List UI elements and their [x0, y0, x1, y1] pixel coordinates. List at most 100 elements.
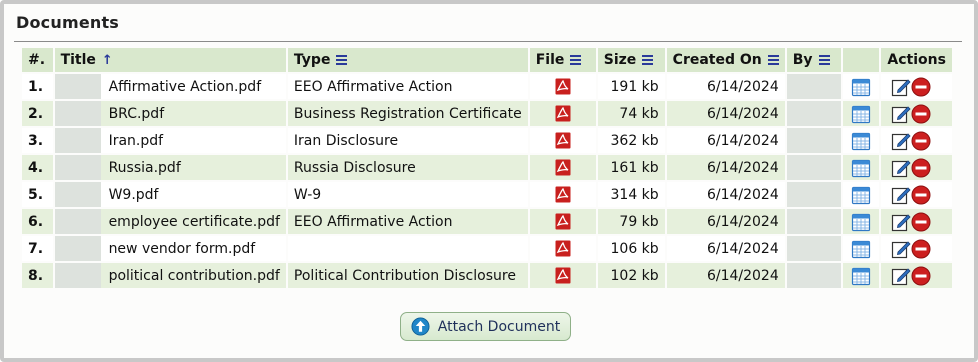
calendar-icon[interactable]	[851, 158, 871, 178]
column-header-file[interactable]: File	[529, 48, 596, 72]
column-header-actions: Actions	[881, 48, 952, 72]
file-size: 102 kb	[610, 267, 659, 284]
pdf-icon[interactable]	[555, 159, 571, 176]
file-cell	[529, 74, 596, 99]
redacted-thumbnail	[54, 182, 101, 207]
document-title[interactable]: Iran.pdf	[109, 133, 164, 149]
by-cell	[786, 101, 842, 126]
calendar-icon[interactable]	[851, 266, 871, 286]
pdf-icon[interactable]	[555, 240, 571, 257]
attach-document-label: Attach Document	[437, 318, 561, 335]
document-title[interactable]: employee certificate.pdf	[109, 214, 280, 230]
size-cell: 191 kb	[597, 74, 665, 99]
edit-icon[interactable]	[891, 131, 911, 151]
row-number: 4.	[22, 155, 53, 180]
edit-icon[interactable]	[891, 212, 911, 232]
document-type-cell: Business Registration Certificate	[287, 101, 528, 126]
table-body: 1. Affirmative Action.pdf EEO Affirmative …	[22, 74, 952, 288]
actions-cell	[881, 209, 952, 234]
column-menu-icon[interactable]	[336, 54, 348, 65]
document-type-cell: Iran Disclosure	[287, 128, 528, 153]
file-cell	[529, 182, 596, 207]
size-cell: 106 kb	[597, 236, 665, 261]
pdf-icon[interactable]	[555, 78, 571, 95]
delete-icon[interactable]	[911, 77, 931, 97]
size-cell: 102 kb	[597, 263, 665, 288]
delete-icon[interactable]	[911, 104, 931, 124]
calendar-icon[interactable]	[851, 131, 871, 151]
calendar-cell	[843, 182, 880, 207]
calendar-icon[interactable]	[851, 77, 871, 97]
file-cell	[529, 209, 596, 234]
document-type-cell: W-9	[287, 182, 528, 207]
edit-icon[interactable]	[891, 185, 911, 205]
column-menu-icon[interactable]	[570, 54, 582, 65]
document-title-cell: employee certificate.pdf	[54, 209, 286, 234]
edit-icon[interactable]	[891, 239, 911, 259]
document-title[interactable]: new vendor form.pdf	[109, 241, 256, 257]
table-row: 1. Affirmative Action.pdf EEO Affirmative …	[22, 74, 952, 99]
calendar-cell	[843, 128, 880, 153]
document-type: EEO Affirmative Action	[293, 78, 453, 95]
row-number-text: 2.	[28, 105, 44, 122]
column-header-created-on-label: Created On	[672, 52, 762, 68]
redacted-user	[786, 74, 842, 99]
document-type: Russia Disclosure	[293, 159, 416, 176]
document-title[interactable]: BRC.pdf	[109, 106, 165, 122]
row-number: 2.	[22, 101, 53, 126]
redacted-user	[786, 155, 842, 180]
upload-arrow-icon	[411, 317, 430, 336]
delete-icon[interactable]	[911, 158, 931, 178]
column-menu-icon[interactable]	[642, 54, 654, 65]
row-number: 7.	[22, 236, 53, 261]
pdf-icon[interactable]	[555, 186, 571, 203]
edit-icon[interactable]	[891, 77, 911, 97]
row-number-text: 4.	[28, 159, 44, 176]
calendar-icon[interactable]	[851, 239, 871, 259]
size-cell: 362 kb	[597, 128, 665, 153]
document-title[interactable]: W9.pdf	[109, 187, 159, 203]
document-title[interactable]: Russia.pdf	[109, 160, 181, 176]
pdf-icon[interactable]	[555, 213, 571, 230]
column-menu-icon[interactable]	[818, 54, 830, 65]
delete-icon[interactable]	[911, 212, 931, 232]
delete-icon[interactable]	[911, 266, 931, 286]
delete-icon[interactable]	[911, 239, 931, 259]
calendar-cell	[843, 236, 880, 261]
by-cell	[786, 209, 842, 234]
document-type-cell	[287, 236, 528, 261]
sort-ascending-icon[interactable]: ↑	[102, 53, 113, 68]
calendar-icon[interactable]	[851, 104, 871, 124]
pdf-icon[interactable]	[555, 267, 571, 284]
document-title[interactable]: political contribution.pdf	[109, 268, 280, 284]
calendar-icon[interactable]	[851, 212, 871, 232]
column-header-size[interactable]: Size	[597, 48, 665, 72]
edit-icon[interactable]	[891, 266, 911, 286]
column-menu-icon[interactable]	[767, 54, 779, 65]
actions-cell	[881, 236, 952, 261]
edit-icon[interactable]	[891, 158, 911, 178]
created-on-cell: 6/14/2024	[666, 155, 785, 180]
row-number: 8.	[22, 263, 53, 288]
column-header-created-on[interactable]: Created On	[666, 48, 785, 72]
file-size: 161 kb	[610, 159, 659, 176]
row-number: 5.	[22, 182, 53, 207]
edit-icon[interactable]	[891, 104, 911, 124]
redacted-thumbnail	[54, 209, 101, 234]
file-size: 314 kb	[610, 186, 659, 203]
document-title[interactable]: Affirmative Action.pdf	[109, 79, 262, 95]
attach-document-button[interactable]: Attach Document	[400, 312, 571, 341]
created-on-date: 6/14/2024	[706, 132, 779, 149]
file-cell	[529, 128, 596, 153]
file-cell	[529, 236, 596, 261]
column-header-title[interactable]: Title ↑	[54, 48, 286, 72]
column-header-type[interactable]: Type	[287, 48, 528, 72]
calendar-cell	[843, 209, 880, 234]
calendar-icon[interactable]	[851, 185, 871, 205]
delete-icon[interactable]	[911, 131, 931, 151]
delete-icon[interactable]	[911, 185, 931, 205]
pdf-icon[interactable]	[555, 132, 571, 149]
column-header-by[interactable]: By	[786, 48, 842, 72]
pdf-icon[interactable]	[555, 105, 571, 122]
created-on-cell: 6/14/2024	[666, 263, 785, 288]
